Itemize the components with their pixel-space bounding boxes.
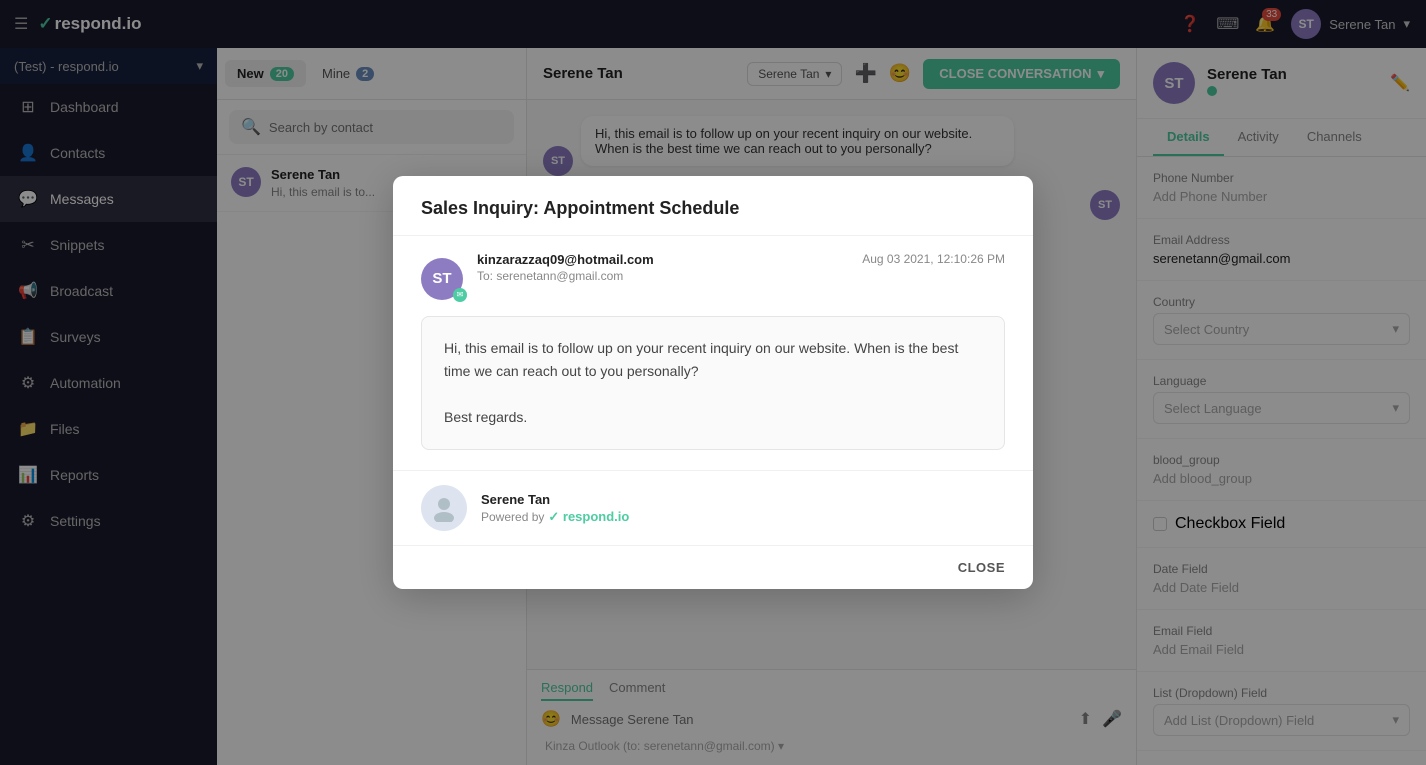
- modal-header: Sales Inquiry: Appointment Schedule: [393, 176, 1033, 236]
- modal-title: Sales Inquiry: Appointment Schedule: [421, 198, 1005, 219]
- sender-meta: kinzarazzaq09@hotmail.com To: serenetann…: [477, 252, 848, 283]
- sig-name: Serene Tan: [481, 492, 629, 507]
- email-content: Hi, this email is to follow up on your r…: [421, 316, 1005, 450]
- modal-footer: CLOSE: [393, 545, 1033, 589]
- email-closing: Best regards.: [444, 406, 982, 429]
- modal-overlay[interactable]: Sales Inquiry: Appointment Schedule ST ✉…: [0, 0, 1426, 765]
- modal-body: Hi, this email is to follow up on your r…: [393, 300, 1033, 470]
- sender-from: kinzarazzaq09@hotmail.com: [477, 252, 848, 267]
- sig-powered-by: Powered by ✓ respond.io: [481, 509, 629, 525]
- sender-to: To: serenetann@gmail.com: [477, 269, 848, 283]
- user-silhouette-icon: [430, 494, 458, 522]
- modal-sender-row: ST ✉ kinzarazzaq09@hotmail.com To: seren…: [393, 236, 1033, 300]
- message-timestamp: Aug 03 2021, 12:10:26 PM: [862, 252, 1005, 266]
- sender-avatar-wrap: ST ✉: [421, 258, 463, 300]
- email-body-line1: Hi, this email is to follow up on your r…: [444, 337, 982, 360]
- sig-brand-logo: ✓ respond.io: [548, 509, 629, 525]
- email-channel-indicator: ✉: [453, 288, 467, 302]
- email-signature: Serene Tan Powered by ✓ respond.io: [393, 470, 1033, 545]
- close-modal-button[interactable]: CLOSE: [958, 560, 1005, 575]
- email-body-line2: time we can reach out to you personally?: [444, 360, 982, 383]
- sig-avatar: [421, 485, 467, 531]
- sig-details: Serene Tan Powered by ✓ respond.io: [481, 492, 629, 525]
- email-modal: Sales Inquiry: Appointment Schedule ST ✉…: [393, 176, 1033, 589]
